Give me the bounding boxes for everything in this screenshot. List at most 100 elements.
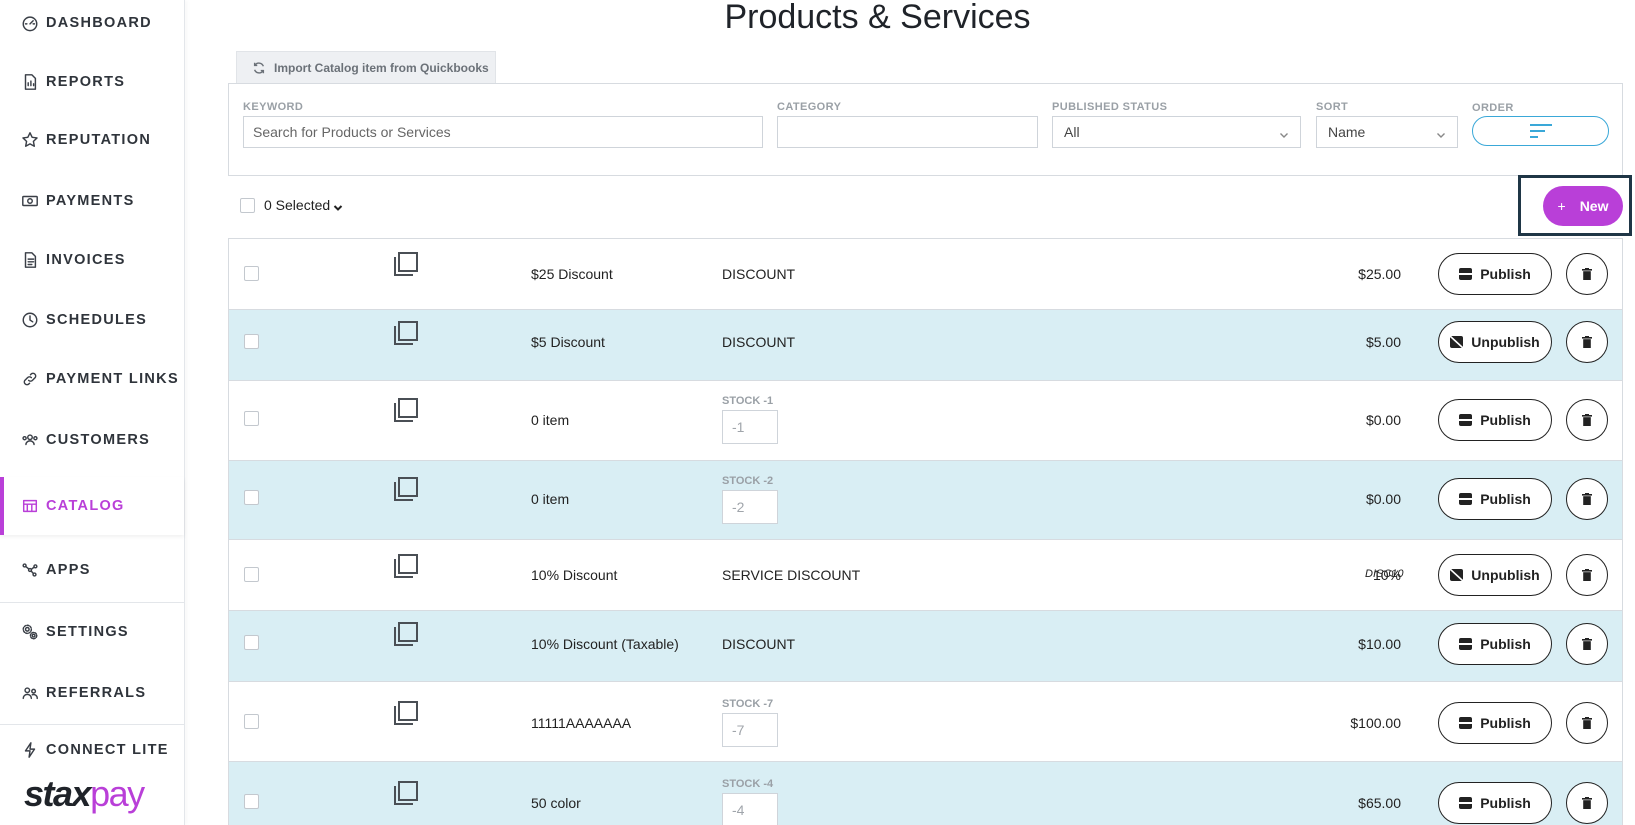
order-label: ORDER	[1472, 102, 1514, 114]
publish-button[interactable]: Publish	[1438, 702, 1552, 744]
trash-icon	[1582, 336, 1592, 348]
duplicate-icon[interactable]	[392, 699, 420, 727]
brand-logo-part2: pay	[90, 773, 145, 814]
clock-icon	[20, 310, 40, 330]
published-status-select[interactable]: All	[1052, 116, 1301, 148]
item-name[interactable]: $5 Discount	[531, 334, 605, 350]
sidebar-item-customers[interactable]: CUSTOMERS	[0, 410, 184, 470]
row-checkbox[interactable]	[244, 334, 259, 349]
delete-button[interactable]	[1566, 782, 1608, 824]
category-label: CATEGORY	[777, 101, 842, 113]
delete-button[interactable]	[1566, 623, 1608, 665]
publish-button[interactable]: Publish	[1438, 253, 1552, 295]
sidebar-item-referrals[interactable]: REFERRALS	[0, 663, 184, 723]
delete-button[interactable]	[1566, 702, 1608, 744]
delete-button[interactable]	[1566, 321, 1608, 363]
duplicate-icon[interactable]	[392, 779, 420, 807]
publish-button-label: Publish	[1480, 715, 1531, 731]
row-checkbox[interactable]	[244, 714, 259, 729]
row-checkbox[interactable]	[244, 567, 259, 582]
item-name[interactable]: $25 Discount	[531, 266, 613, 282]
item-name[interactable]: 0 item	[531, 491, 569, 507]
unpublish-button-label: Unpublish	[1471, 567, 1540, 583]
stock-label: STOCK -1	[722, 395, 774, 407]
table-row: $5 Discount DISCOUNT $5.00 Unpublish	[229, 310, 1622, 381]
item-category: DISCOUNT	[722, 636, 796, 652]
unpublish-button[interactable]: Unpublish	[1438, 321, 1552, 363]
item-name[interactable]: 10% Discount	[531, 567, 617, 583]
unpublish-button[interactable]: Unpublish	[1438, 554, 1552, 596]
item-name[interactable]: 50 color	[531, 795, 581, 811]
duplicate-icon[interactable]	[392, 620, 420, 648]
sidebar-item-payment-links[interactable]: PAYMENT LINKS	[0, 349, 184, 409]
item-name[interactable]: 0 item	[531, 412, 569, 428]
item-price: $100.00	[1350, 715, 1401, 731]
sidebar-item-label: DASHBOARD	[46, 15, 152, 31]
publish-button-label: Publish	[1480, 636, 1531, 652]
row-checkbox[interactable]	[244, 266, 259, 281]
stock-input[interactable]: -1	[722, 410, 778, 444]
sidebar-item-dashboard[interactable]: DASHBOARD	[0, 0, 184, 53]
page-title: Products & Services	[724, 0, 1031, 36]
publish-icon	[1459, 493, 1473, 505]
sidebar-item-schedules[interactable]: SCHEDULES	[0, 290, 184, 350]
sidebar-item-reports[interactable]: REPORTS	[0, 52, 184, 112]
trash-icon	[1582, 268, 1592, 280]
sort-select[interactable]: Name	[1316, 116, 1458, 148]
catalog-table: $25 Discount DISCOUNT $25.00 Publish $5 …	[228, 238, 1623, 825]
table-row: 10% Discount (Taxable) DISCOUNT $10.00 P…	[229, 611, 1622, 682]
new-item-button[interactable]: + New	[1543, 186, 1623, 226]
sort-label: SORT	[1316, 101, 1349, 113]
delete-button[interactable]	[1566, 478, 1608, 520]
publish-icon	[1459, 414, 1473, 426]
stock-input[interactable]: -4	[722, 793, 778, 825]
item-category: DISCOUNT	[722, 266, 796, 282]
publish-button[interactable]: Publish	[1438, 782, 1552, 824]
publish-button[interactable]: Publish	[1438, 478, 1552, 520]
sort-value: Name	[1328, 124, 1366, 140]
delete-button[interactable]	[1566, 554, 1608, 596]
select-all-checkbox[interactable]	[240, 197, 255, 213]
row-checkbox[interactable]	[244, 490, 259, 505]
refresh-icon	[253, 61, 265, 74]
publish-button[interactable]: Publish	[1438, 399, 1552, 441]
row-checkbox[interactable]	[244, 794, 259, 809]
sidebar-item-catalog[interactable]: CATALOG	[0, 477, 184, 535]
trash-icon	[1582, 717, 1592, 729]
stock-input[interactable]: -2	[722, 490, 778, 524]
row-checkbox[interactable]	[244, 635, 259, 650]
sidebar-item-payments[interactable]: PAYMENTS	[0, 171, 184, 231]
category-input[interactable]	[777, 116, 1038, 148]
duplicate-icon[interactable]	[392, 250, 420, 278]
published-status-value: All	[1064, 124, 1080, 140]
sidebar-item-connect-lite[interactable]: CONNECT LITE	[0, 724, 184, 776]
delete-button[interactable]	[1566, 399, 1608, 441]
table-row: 0 item STOCK -2 -2 $0.00 Publish	[229, 461, 1622, 540]
item-name[interactable]: 11111AAAAAAA	[531, 715, 631, 731]
sidebar-item-settings[interactable]: SETTINGS	[0, 602, 184, 662]
stock-input[interactable]: -7	[722, 713, 778, 747]
sidebar-item-label: APPS	[46, 562, 91, 578]
keyword-search-input[interactable]	[243, 116, 763, 148]
item-price: $0.00	[1365, 491, 1401, 507]
apps-icon	[20, 560, 40, 580]
duplicate-icon[interactable]	[392, 319, 420, 347]
item-category: SERVICE DISCOUNT	[722, 567, 861, 583]
delete-button[interactable]	[1566, 253, 1608, 295]
filter-panel: KEYWORD CATEGORY PUBLISHED STATUS All SO…	[228, 83, 1623, 176]
published-status-label: PUBLISHED STATUS	[1052, 101, 1168, 113]
stock-label: STOCK -7	[722, 698, 774, 710]
row-checkbox[interactable]	[244, 411, 259, 426]
duplicate-icon[interactable]	[392, 396, 420, 424]
bulk-select-dropdown[interactable]: 0 Selected	[240, 197, 343, 213]
sidebar-item-invoices[interactable]: INVOICES	[0, 230, 184, 290]
duplicate-icon[interactable]	[392, 475, 420, 503]
order-toggle-button[interactable]	[1472, 116, 1609, 146]
publish-button[interactable]: Publish	[1438, 623, 1552, 665]
duplicate-icon[interactable]	[392, 552, 420, 580]
import-quickbooks-button[interactable]: Import Catalog item from Quickbooks	[236, 51, 496, 83]
item-name[interactable]: 10% Discount (Taxable)	[531, 636, 679, 652]
sidebar-item-apps[interactable]: APPS	[0, 540, 184, 600]
reports-icon	[20, 72, 40, 92]
sidebar-item-reputation[interactable]: REPUTATION	[0, 110, 184, 170]
